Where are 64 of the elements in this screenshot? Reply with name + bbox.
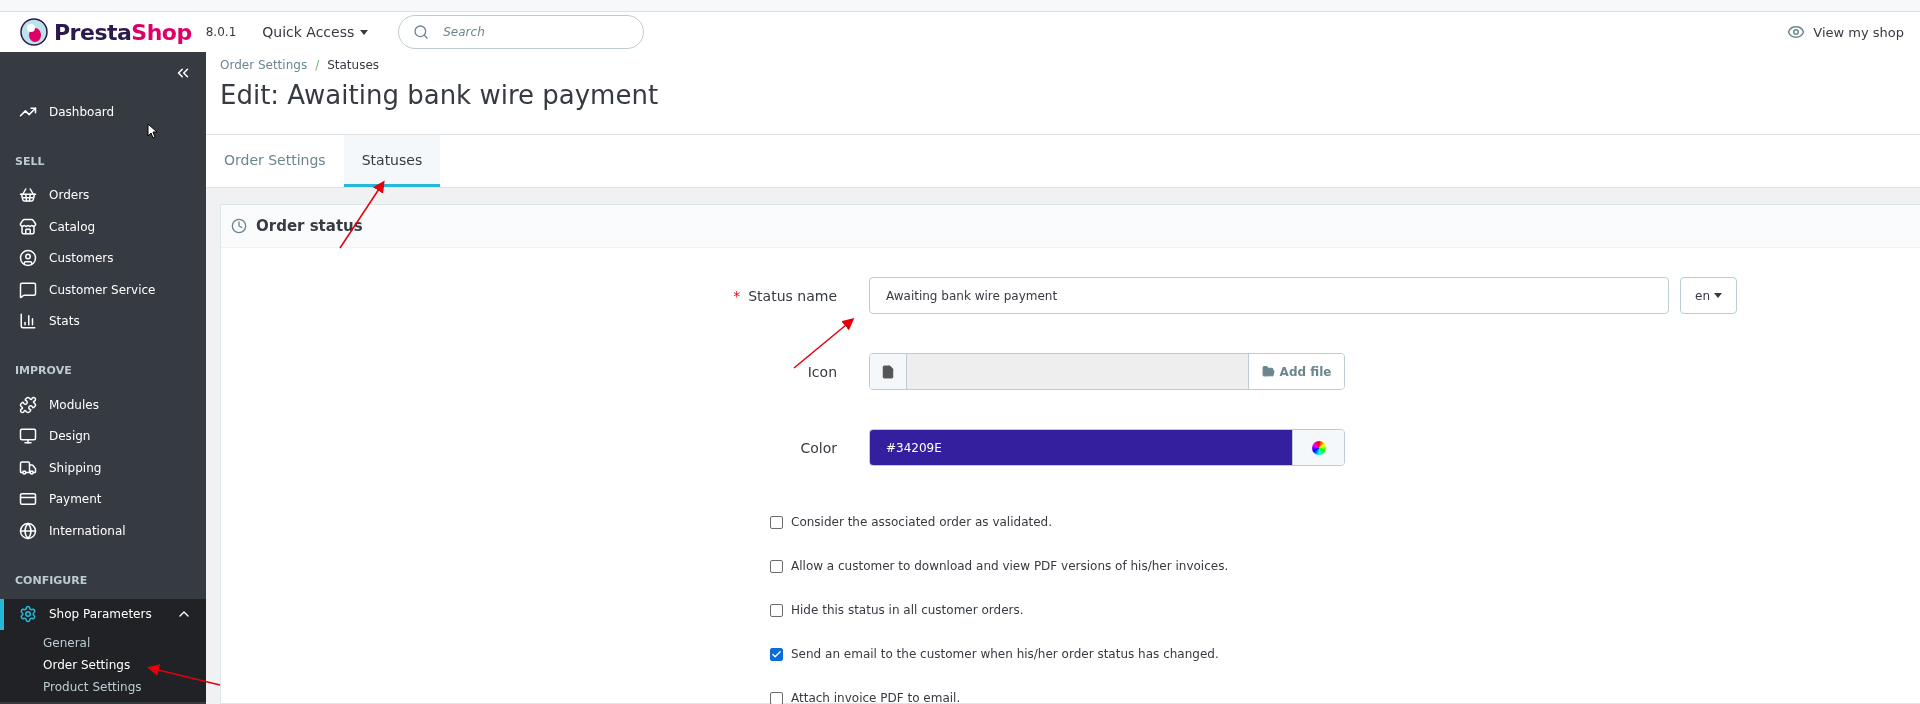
view-shop-link[interactable]: View my shop <box>1787 23 1904 41</box>
sidebar-subitem[interactable]: General <box>0 632 206 654</box>
clock-icon <box>231 218 247 234</box>
globe-icon <box>19 521 37 540</box>
checkbox-label: Send an email to the customer when his/her order status has changed. <box>791 647 1219 661</box>
arrow-annotation <box>793 318 855 369</box>
monitor-icon <box>19 427 37 446</box>
sidebar-item[interactable]: Catalog <box>0 211 206 243</box>
puzzle-icon <box>19 395 37 414</box>
checkbox[interactable] <box>770 647 783 661</box>
checkbox-label: Hide this status in all customer orders. <box>791 603 1024 617</box>
sidebar-item[interactable]: International <box>0 515 206 547</box>
section-heading: CONFIGURE <box>15 573 88 587</box>
sidebar-subitem[interactable]: Product Settings <box>0 676 206 698</box>
sidebar-item[interactable]: Modules <box>0 389 206 421</box>
checkbox-label: Attach invoice PDF to email. <box>791 691 961 704</box>
bar-chart-icon <box>19 312 37 331</box>
section-heading: IMPROVE <box>15 364 72 377</box>
sidebar-item[interactable]: Design <box>0 420 206 452</box>
search-input[interactable]: Search <box>441 24 612 40</box>
field-label: Color <box>800 439 837 456</box>
field-label: * Status name <box>733 287 837 304</box>
folder-icon <box>1261 365 1275 378</box>
settings-icon <box>19 605 37 624</box>
file-field[interactable]: Add file <box>869 353 1345 390</box>
language-dropdown[interactable]: en <box>1680 277 1737 314</box>
add-file-button[interactable]: Add file <box>1248 354 1344 389</box>
sidebar-item[interactable]: Shop Parameters <box>0 598 206 630</box>
version-label: 8.0.1 <box>205 25 237 39</box>
page-title: Edit: Awaiting bank wire payment <box>220 80 660 110</box>
quick-access-button[interactable]: Quick Access <box>262 24 369 40</box>
tab[interactable]: Statuses <box>343 135 441 187</box>
sidebar-item[interactable]: Payment <box>0 483 206 515</box>
pointer-icon <box>147 123 158 139</box>
sidebar-item[interactable]: Orders <box>0 179 206 211</box>
sidebar-item[interactable]: Customers <box>0 242 206 274</box>
store-icon <box>19 217 37 236</box>
truck-icon <box>19 458 37 477</box>
breadcrumb-current: Statuses <box>327 58 380 72</box>
tab[interactable]: Order Settings <box>206 135 344 187</box>
basket-icon <box>19 186 37 205</box>
chat-icon <box>19 280 37 299</box>
sidebar-item[interactable]: Stats <box>0 305 206 337</box>
field-label: Icon <box>807 363 837 380</box>
section-heading: SELL <box>15 154 45 168</box>
status-name-field[interactable]: Awaiting bank wire payment <box>869 277 1669 314</box>
breadcrumb-link[interactable]: Order Settings <box>220 58 308 72</box>
eye-icon <box>1787 23 1806 41</box>
checkbox[interactable] <box>770 691 783 704</box>
sidebar-subitem[interactable]: Order Settings <box>0 654 206 676</box>
user-icon <box>19 249 37 268</box>
checkbox[interactable] <box>770 603 783 617</box>
logo-text: PrestaShop <box>54 19 192 45</box>
checkbox-label: Allow a customer to download and view PDF versions of his/her invoices. <box>791 559 1229 573</box>
checkbox-label: Consider the associated order as validated. <box>791 515 1053 529</box>
sidebar-item[interactable]: Shipping <box>0 452 206 484</box>
checkbox[interactable] <box>770 559 783 573</box>
checkbox[interactable] <box>770 515 783 529</box>
logo-icon <box>20 18 48 46</box>
sidebar-item[interactable]: Dashboard <box>0 96 206 128</box>
file-icon <box>881 364 895 379</box>
sidebar-item[interactable]: Customer Service <box>0 274 206 306</box>
breadcrumb-separator: / <box>315 58 320 72</box>
search-icon <box>413 24 430 40</box>
